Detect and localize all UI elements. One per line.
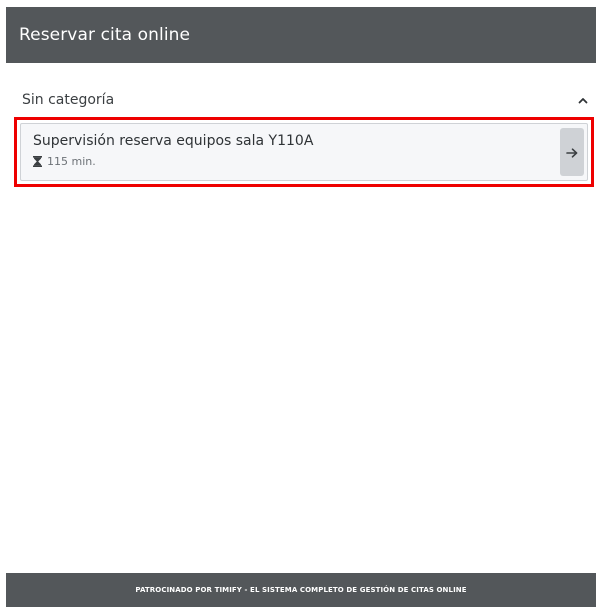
page-header: Reservar cita online: [6, 7, 596, 63]
sponsor-footer[interactable]: PATROCINADO POR TIMIFY - EL SISTEMA COMP…: [6, 573, 596, 607]
select-service-button[interactable]: [560, 128, 584, 176]
category-header[interactable]: Sin categoría: [22, 90, 590, 110]
duration-text: 115 min.: [47, 155, 96, 168]
footer-text[interactable]: PATROCINADO POR TIMIFY - EL SISTEMA COMP…: [135, 586, 466, 594]
service-item[interactable]: Supervisión reserva equipos sala Y110A 1…: [20, 123, 588, 181]
hourglass-icon: [33, 156, 42, 167]
category-label: Sin categoría: [22, 92, 115, 108]
arrow-right-icon: [566, 143, 578, 162]
service-name: Supervisión reserva equipos sala Y110A: [33, 133, 314, 149]
booking-widget: Reservar cita online Sin categoría Super…: [6, 7, 596, 607]
page-title: Reservar cita online: [19, 25, 191, 45]
service-duration: 115 min.: [33, 155, 96, 168]
chevron-up-icon[interactable]: [576, 93, 590, 107]
